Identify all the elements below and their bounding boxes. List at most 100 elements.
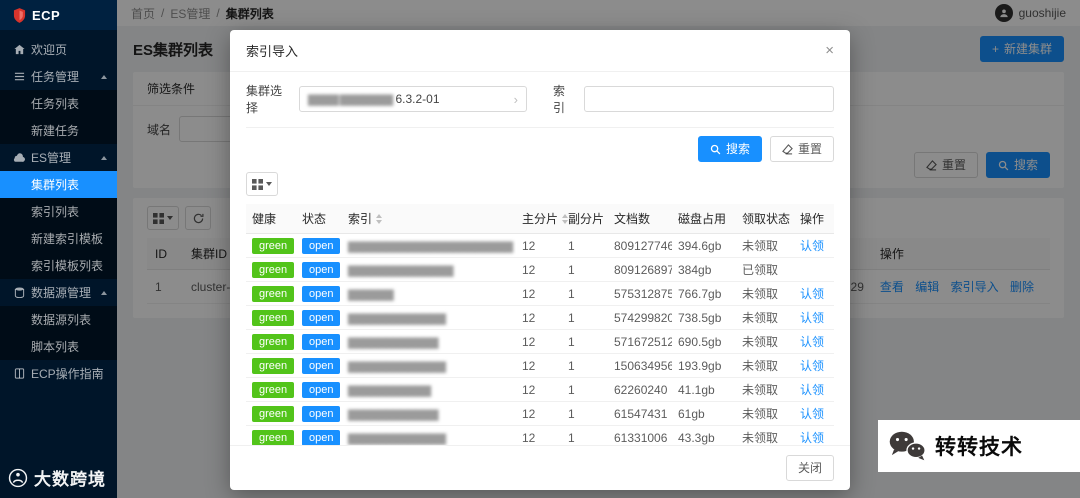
search-icon (710, 144, 721, 154)
sidebar-item-label: 新建索引模板 (31, 232, 104, 246)
state-badge: open (302, 357, 341, 374)
health-column-header[interactable]: 健康 (246, 204, 296, 234)
modal-reset-button[interactable]: 重置 (769, 136, 834, 162)
primary-shards-column-header[interactable]: 主分片 (516, 204, 569, 234)
claim-status-column-header: 领取状态 (736, 204, 794, 234)
cluster-name-suffix: 6.3.2-01 (395, 92, 440, 106)
health-badge: green (252, 333, 295, 350)
cluster-select-label: 集群选择 (246, 84, 283, 115)
sidebar-item-datasource-list[interactable]: 数据源列表 (0, 306, 117, 333)
modal-close-button[interactable]: 关闭 (785, 455, 834, 481)
index-column-header[interactable]: 索引 (342, 204, 516, 234)
modal-title: 索引导入 (246, 44, 299, 59)
state-badge: open (302, 333, 341, 350)
state-badge: open (302, 381, 341, 398)
health-badge: green (252, 405, 295, 422)
index-table-row: green open ▇▇▇▇▇▇▇▇▇▇▇▇▇▇ 12 1 809126897 384gb… (246, 257, 834, 282)
dashukuajing-logo-icon (8, 468, 28, 487)
health-badge: green (252, 261, 295, 278)
cloud-icon (13, 153, 25, 162)
chevron-up-icon (101, 290, 107, 295)
chevron-up-icon (101, 155, 107, 160)
watermark-bottom-right: 转转技术 (878, 420, 1080, 472)
index-import-modal: 索引导入 × 集群选择 ▇▇▇▇ ▇▇▇▇▇▇▇ 6.3.2-01 › 索引 搜… (230, 30, 850, 490)
health-badge: green (252, 381, 295, 398)
index-name-redacted: ▇▇▇▇▇▇▇▇▇▇▇▇▇ (348, 432, 446, 445)
index-input[interactable] (583, 86, 834, 112)
health-badge: green (252, 429, 295, 445)
claim-link[interactable]: 认领 (800, 431, 824, 445)
sidebar-group-datasource[interactable]: 数据源管理 (0, 279, 117, 306)
modal-index-table-body: green open ▇▇▇▇▇▇▇▇▇▇▇▇▇▇▇▇▇▇▇▇▇▇ 12 1 809127… (246, 233, 834, 445)
sidebar-item-index-list[interactable]: 索引列表 (0, 198, 117, 225)
health-badge: green (252, 309, 295, 326)
watermark-right-text: 转转技术 (935, 436, 1023, 459)
claim-link[interactable]: 认领 (800, 383, 824, 397)
health-badge: green (252, 285, 295, 302)
state-badge: open (302, 429, 341, 445)
claim-link[interactable]: 认领 (800, 311, 824, 325)
watermark-bottom-left: 大数跨境 (8, 465, 106, 490)
modal-search-button[interactable]: 搜索 (697, 136, 762, 162)
index-name-redacted: ▇▇▇▇▇▇▇▇▇▇▇ (348, 384, 431, 397)
sidebar-item-cluster-list[interactable]: 集群列表 (0, 171, 117, 198)
sidebar-group-label: ES管理 (31, 151, 72, 165)
database-icon (13, 287, 25, 298)
sidebar-item-label: 数据源列表 (31, 313, 92, 327)
close-icon[interactable]: × (825, 43, 834, 58)
wechat-icon (889, 431, 926, 461)
sidebar-menu: 欢迎页 任务管理 任务列表 新建任务 ES管理 集群列表 索引列表 新建索引模板… (0, 36, 117, 387)
sidebar-item-label: 任务列表 (31, 97, 80, 111)
docs-column-header: 文档数 (608, 204, 672, 234)
watermark-left-text: 大数跨境 (34, 470, 106, 489)
health-badge: green (252, 357, 295, 374)
sidebar-item-guide[interactable]: ECP操作指南 (0, 360, 117, 387)
index-name-redacted: ▇▇▇▇▇▇▇▇▇▇▇▇▇ (348, 312, 446, 325)
index-name-redacted: ▇▇▇▇▇▇ (348, 288, 394, 301)
claim-link[interactable]: 认领 (800, 407, 824, 421)
sidebar-item-script-list[interactable]: 脚本列表 (0, 333, 117, 360)
index-table: 健康 状态 索引 主分片 副分片 文档数 磁盘占用 领取状态 操作 green o… (246, 204, 834, 445)
sidebar-item-label: 集群列表 (31, 178, 80, 192)
sidebar-item-index-template-list[interactable]: 索引模板列表 (0, 252, 117, 279)
index-table-row: green open ▇▇▇▇▇▇▇▇▇▇▇▇▇ 12 1 61331006 43.3gb 未… (246, 425, 834, 445)
chevron-down-icon (266, 182, 272, 186)
operation-column-header: 操作 (794, 204, 834, 234)
cluster-name-redacted: ▇▇▇▇ ▇▇▇▇▇▇▇ (308, 94, 393, 106)
sidebar-item-welcome[interactable]: 欢迎页 (0, 36, 117, 63)
index-table-row: green open ▇▇▇▇▇▇▇▇▇▇▇▇▇ 12 1 574299820 738.5g… (246, 305, 834, 330)
claim-link[interactable]: 认领 (800, 335, 824, 349)
sidebar-item-task-new[interactable]: 新建任务 (0, 117, 117, 144)
sidebar-item-label: 欢迎页 (31, 43, 68, 57)
state-badge: open (302, 309, 341, 326)
sidebar-item-label: 索引列表 (31, 205, 80, 219)
sidebar-item-label: 脚本列表 (31, 340, 80, 354)
sidebar-item-task-list[interactable]: 任务列表 (0, 90, 117, 117)
index-name-redacted: ▇▇▇▇▇▇▇▇▇▇▇▇ (348, 408, 439, 421)
cluster-select[interactable]: ▇▇▇▇ ▇▇▇▇▇▇▇ 6.3.2-01 › (299, 86, 527, 112)
search-label: 搜索 (725, 142, 750, 156)
state-badge: open (302, 405, 341, 422)
sidebar-group-es[interactable]: ES管理 (0, 144, 117, 171)
chevron-up-icon (101, 74, 107, 79)
claim-link[interactable]: 认领 (800, 287, 824, 301)
modal-column-settings-button[interactable] (246, 172, 278, 196)
health-badge: green (252, 237, 295, 254)
sort-icon[interactable] (375, 213, 383, 227)
app-logo-text: ECP (32, 7, 61, 23)
claim-link[interactable]: 认领 (800, 239, 824, 253)
state-badge: open (302, 237, 341, 254)
sidebar-group-task[interactable]: 任务管理 (0, 63, 117, 90)
home-icon (13, 44, 25, 55)
sidebar-item-index-template-new[interactable]: 新建索引模板 (0, 225, 117, 252)
index-name-redacted: ▇▇▇▇▇▇▇▇▇▇▇▇▇▇ (348, 264, 453, 277)
state-badge: open (302, 285, 341, 302)
index-table-row: green open ▇▇▇▇▇▇▇▇▇▇▇▇ 12 1 61547431 61gb 未领取认… (246, 401, 834, 426)
index-table-row: green open ▇▇▇▇▇▇▇▇▇▇▇ 12 1 62260240 41.1gb 未领取… (246, 377, 834, 402)
index-label: 索引 (553, 84, 566, 115)
reset-label: 重置 (797, 142, 822, 156)
state-column-header[interactable]: 状态 (296, 204, 342, 234)
sidebar-item-label: 新建任务 (31, 124, 80, 138)
claim-link[interactable]: 认领 (800, 359, 824, 373)
sidebar-item-label: ECP操作指南 (31, 367, 104, 381)
